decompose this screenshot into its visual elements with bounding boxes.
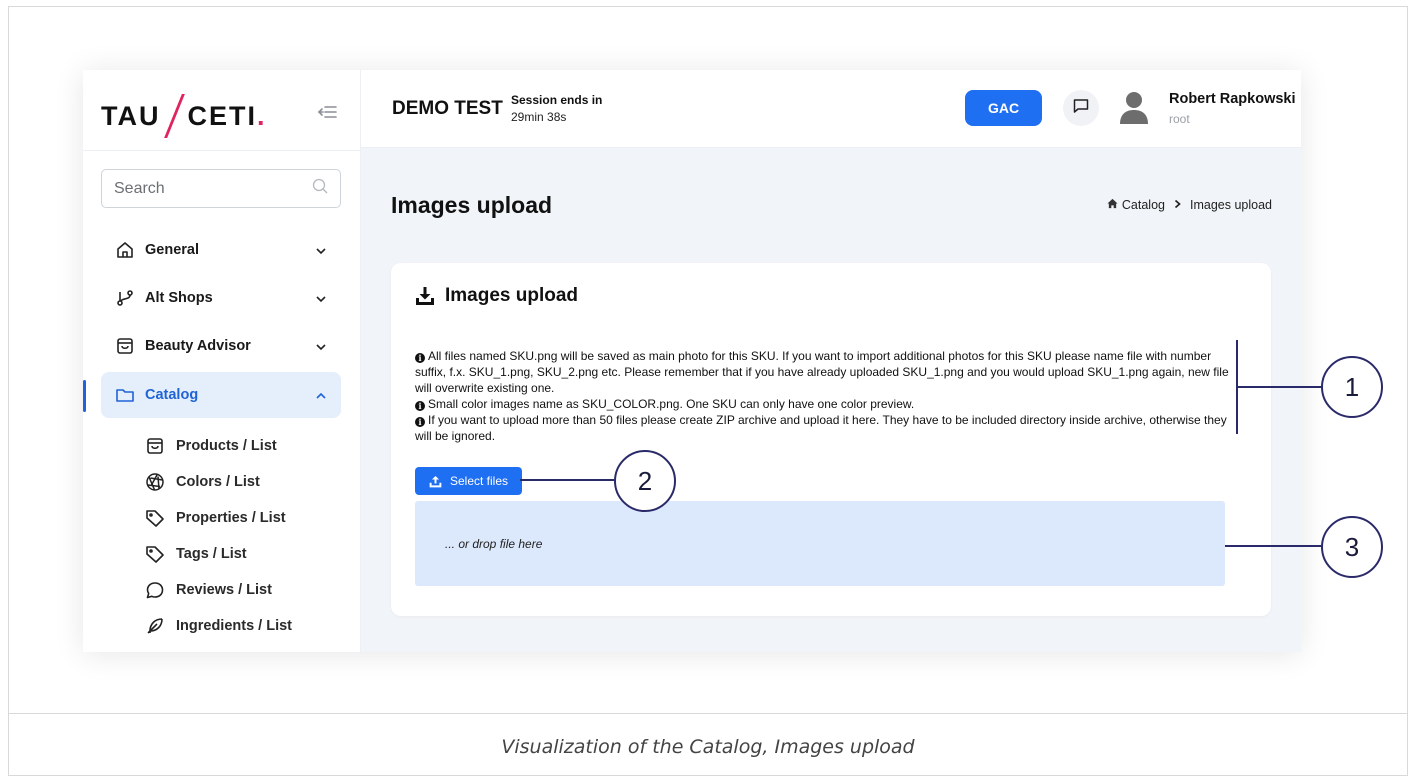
- card-title-text: Images upload: [445, 285, 579, 306]
- shopping-bag-icon: [115, 336, 135, 356]
- avatar[interactable]: [1117, 90, 1151, 126]
- chevron-down-icon: [315, 340, 327, 352]
- upload-icon: [429, 475, 442, 488]
- annotation-line-2: [520, 479, 614, 481]
- home-icon: [1107, 198, 1118, 212]
- home-icon: [115, 240, 135, 260]
- sidebar-item-catalog[interactable]: Catalog: [101, 372, 341, 418]
- card-title: Images upload: [415, 285, 578, 307]
- select-files-button[interactable]: Select files: [415, 467, 522, 495]
- sidebar-subitem-properties[interactable]: Properties / List: [145, 504, 286, 532]
- upload-instructions: i All files named SKU.png will be saved a…: [415, 348, 1243, 444]
- sidebar-item-alt-shops[interactable]: Alt Shops: [101, 275, 341, 321]
- sidebar: TAU CETI . General: [83, 70, 361, 652]
- info-text: All files named SKU.png will be saved as…: [415, 349, 1229, 395]
- breadcrumb-current: Images upload: [1189, 198, 1272, 212]
- user-name[interactable]: Robert Rapkowski: [1169, 91, 1296, 107]
- info-icon: i: [415, 417, 425, 427]
- message-square-icon: [1072, 97, 1090, 120]
- shopping-bag-icon: [145, 436, 165, 456]
- sidebar-subitem-label: Products / List: [176, 438, 277, 454]
- search-input[interactable]: [114, 179, 294, 198]
- download-icon: [415, 286, 435, 306]
- user-role: root: [1169, 112, 1190, 126]
- chevron-down-icon: [315, 244, 327, 256]
- tag-icon: [145, 544, 165, 564]
- sidebar-subitem-label: Reviews / List: [176, 582, 272, 598]
- top-header: DEMO TEST Session ends in 29min 38s GAC …: [361, 70, 1301, 148]
- gac-button[interactable]: GAC: [965, 90, 1042, 126]
- sidebar-item-beauty-advisor[interactable]: Beauty Advisor: [101, 323, 341, 369]
- sidebar-subitem-products[interactable]: Products / List: [145, 432, 277, 460]
- breadcrumb-link-catalog[interactable]: Catalog: [1122, 198, 1165, 212]
- sidebar-subitem-label: Colors / List: [176, 474, 260, 490]
- info-icon: i: [415, 401, 425, 411]
- info-text: If you want to upload more than 50 files…: [415, 413, 1227, 443]
- figure-caption: Visualization of the Catalog, Images upl…: [501, 736, 915, 758]
- environment-title: DEMO TEST: [392, 98, 503, 119]
- info-text: Small color images name as SKU_COLOR.png…: [428, 397, 915, 411]
- page-title: Images upload: [391, 192, 553, 218]
- message-circle-icon: [145, 580, 165, 600]
- search-icon[interactable]: [312, 178, 328, 199]
- chevron-right-icon: [1173, 198, 1182, 212]
- chevron-up-icon: [315, 389, 327, 401]
- annotation-line-3: [1225, 545, 1321, 547]
- caption-divider: [8, 713, 1408, 714]
- annotation-marker-3: 3: [1321, 516, 1383, 578]
- info-icon: i: [415, 353, 425, 363]
- active-indicator: [83, 380, 86, 412]
- tag-icon: [145, 508, 165, 528]
- session-timer: 29min 38s: [511, 110, 567, 124]
- sidebar-item-general[interactable]: General: [101, 227, 341, 273]
- session-label: Session ends in: [511, 93, 603, 107]
- file-drop-zone[interactable]: ... or drop file here: [415, 501, 1225, 586]
- logo-text-right: CETI: [187, 100, 258, 131]
- logo[interactable]: TAU CETI .: [101, 94, 265, 138]
- info-line: i Small color images name as SKU_COLOR.pn…: [415, 396, 1243, 412]
- drop-zone-text: ... or drop file here: [445, 537, 543, 551]
- upload-card: Images upload i All files named SKU.png w…: [391, 263, 1271, 616]
- folder-icon: [115, 385, 135, 405]
- sidebar-subitem-reviews[interactable]: Reviews / List: [145, 576, 272, 604]
- sidebar-item-label: Beauty Advisor: [145, 338, 251, 354]
- annotation-line-1: [1237, 386, 1321, 388]
- app-window: TAU CETI . General: [83, 70, 1301, 652]
- collapse-sidebar-icon[interactable]: [315, 100, 339, 124]
- sidebar-item-label: General: [145, 242, 199, 258]
- sidebar-item-label: Catalog: [145, 387, 199, 403]
- info-line: i If you want to upload more than 50 file…: [415, 412, 1243, 444]
- breadcrumb: Catalog Images upload: [1107, 198, 1272, 212]
- chat-button[interactable]: [1063, 90, 1099, 126]
- sidebar-subitem-label: Ingredients / List: [176, 618, 293, 634]
- sidebar-subitem-colors[interactable]: Colors / List: [145, 468, 260, 496]
- logo-text-left: TAU: [101, 100, 161, 131]
- search-box[interactable]: [101, 169, 341, 208]
- logo-dot: .: [257, 100, 265, 131]
- sidebar-divider: [83, 150, 361, 151]
- info-line: i All files named SKU.png will be saved a…: [415, 348, 1243, 396]
- sidebar-subitem-tags[interactable]: Tags / List: [145, 540, 247, 568]
- sidebar-subitem-label: Properties / List: [176, 510, 286, 526]
- annotation-marker-2: 2: [614, 450, 676, 512]
- sidebar-item-label: Alt Shops: [145, 290, 213, 306]
- feather-icon: [145, 616, 165, 636]
- aperture-icon: [145, 472, 165, 492]
- sidebar-subitem-label: Tags / List: [176, 546, 247, 562]
- select-files-label: Select files: [449, 474, 509, 488]
- annotation-marker-1: 1: [1321, 356, 1383, 418]
- chevron-down-icon: [315, 292, 327, 304]
- sidebar-subitem-ingredients[interactable]: Ingredients / List: [145, 612, 292, 640]
- logo-slash: [163, 94, 185, 138]
- branch-icon: [115, 288, 135, 308]
